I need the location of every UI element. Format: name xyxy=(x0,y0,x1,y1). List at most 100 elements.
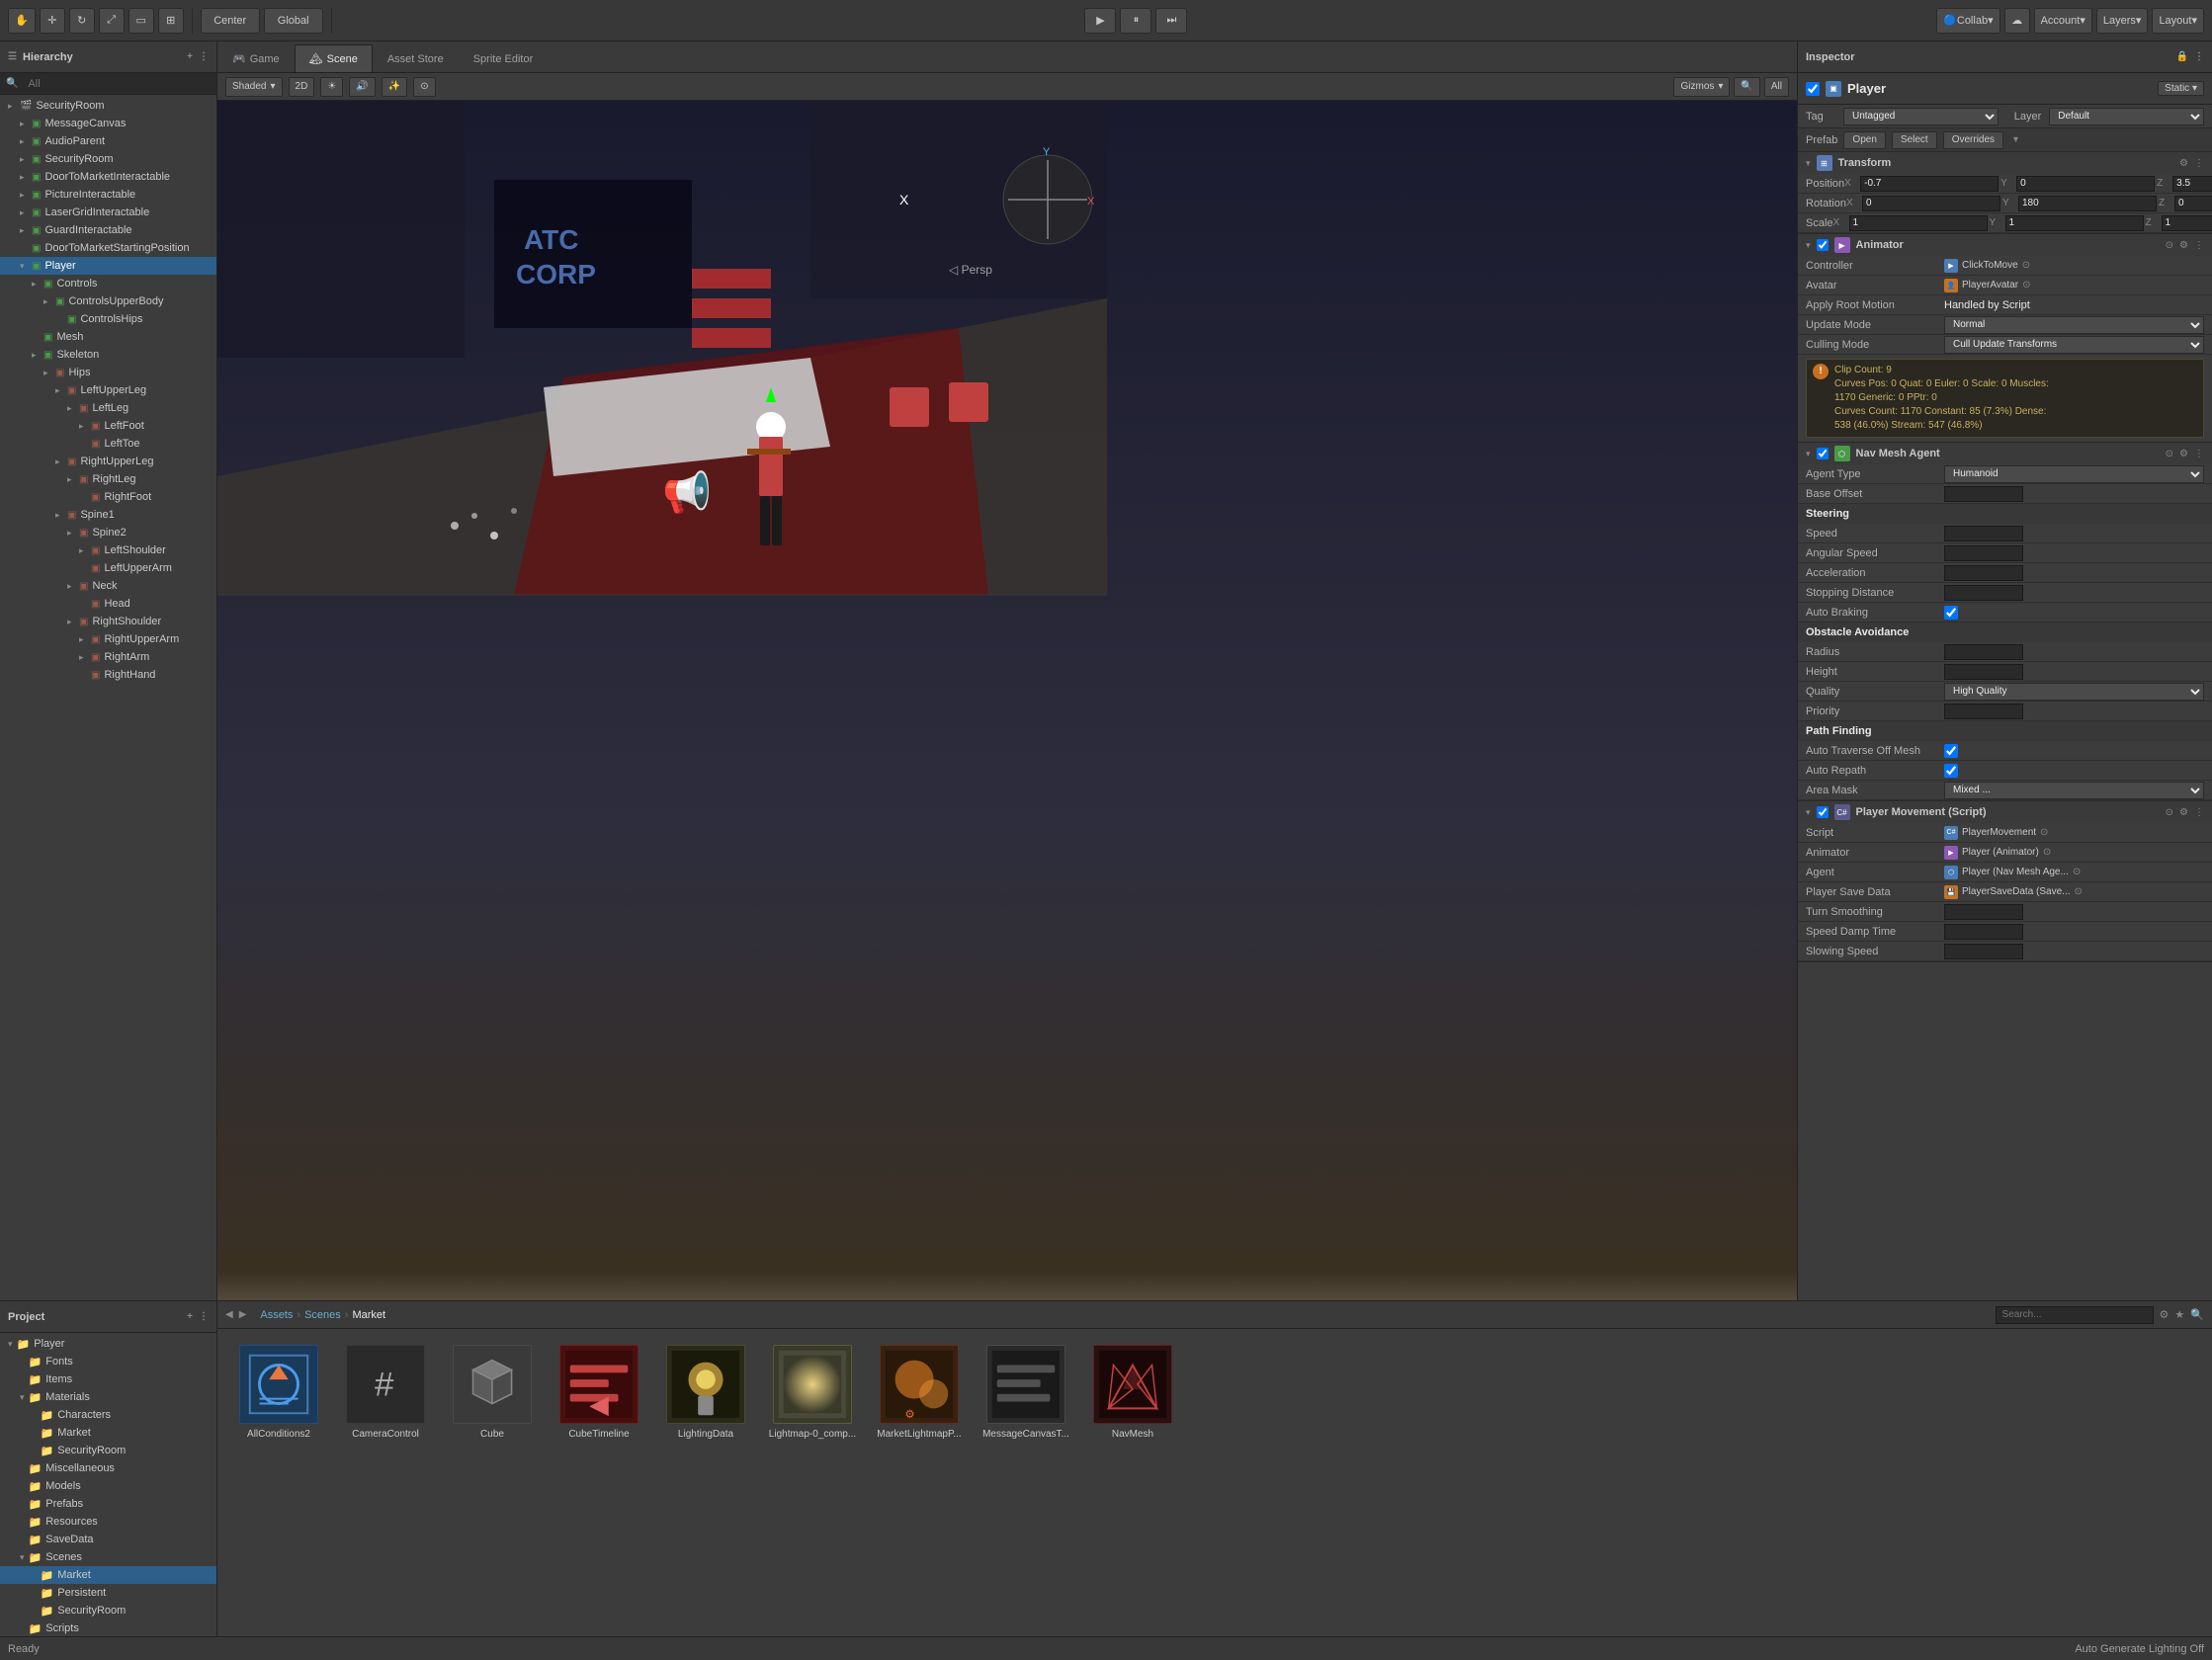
controller-target-btn[interactable]: ⊙ xyxy=(2022,260,2030,271)
pm-script-target-btn[interactable]: ⊙ xyxy=(2040,827,2048,838)
lighting-toggle[interactable]: ☀ xyxy=(320,77,343,97)
hierarchy-item[interactable]: ▸ ▣ LeftLeg xyxy=(0,399,216,417)
hierarchy-item[interactable]: ▸ ▣ AudioParent xyxy=(0,132,216,150)
project-item[interactable]: ▸ 📁 Items xyxy=(0,1370,216,1388)
hierarchy-item[interactable]: ▸ ▣ Controls xyxy=(0,275,216,292)
hierarchy-item[interactable]: ▸ ▣ DoorToMarketStartingPosition xyxy=(0,239,216,257)
asset-item-messagecanvas[interactable]: MessageCanvasT... xyxy=(977,1341,1075,1445)
avatar-target-btn[interactable]: ⊙ xyxy=(2022,280,2030,290)
hidden-toggle[interactable]: ⊙ xyxy=(413,77,435,97)
space-btn[interactable]: Global xyxy=(264,8,323,34)
asset-item-lightingdata[interactable]: LightingData xyxy=(656,1341,755,1445)
speed-input[interactable]: 2 xyxy=(1944,526,2023,541)
asset-star-icon[interactable]: ★ xyxy=(2174,1308,2184,1321)
hierarchy-item[interactable]: ▸ 🎬 SecurityRoom xyxy=(0,97,216,115)
pm-animator-target-btn[interactable]: ⊙ xyxy=(2043,847,2051,858)
pm-save-target-btn[interactable]: ⊙ xyxy=(2075,886,2083,897)
acceleration-input[interactable]: 20 xyxy=(1944,565,2023,581)
update-mode-dropdown[interactable]: Normal xyxy=(1944,316,2204,334)
auto-braking-checkbox[interactable] xyxy=(1944,606,1958,620)
hierarchy-item[interactable]: ▸ ▣ Skeleton xyxy=(0,346,216,364)
hierarchy-item[interactable]: ▸ ▣ LaserGridInteractable xyxy=(0,204,216,221)
inspector-menu-btn[interactable]: ⋮ xyxy=(2194,51,2204,62)
position-z-input[interactable] xyxy=(2172,176,2212,192)
project-item-market[interactable]: ▸ 📁 Market xyxy=(0,1566,216,1584)
nav-ref-btn[interactable]: ⊙ xyxy=(2166,449,2173,459)
hierarchy-item[interactable]: ▸ ▣ Head xyxy=(0,595,216,613)
breadcrumb-scenes[interactable]: Scenes xyxy=(304,1309,341,1321)
angular-speed-input[interactable]: 120 xyxy=(1944,545,2023,561)
transform-tool-btn[interactable]: ⊞ xyxy=(158,8,184,34)
hierarchy-menu-btn[interactable]: ⋮ xyxy=(199,51,209,62)
culling-mode-dropdown[interactable]: Cull Update Transforms xyxy=(1944,336,2204,354)
project-item[interactable]: ▸ 📁 Persistent xyxy=(0,1584,216,1602)
step-button[interactable]: ⏭ xyxy=(1155,8,1187,34)
project-item[interactable]: ▸ 📁 SaveData xyxy=(0,1531,216,1548)
hierarchy-item[interactable]: ▸ ▣ RightShoulder xyxy=(0,613,216,630)
hierarchy-item[interactable]: ▸ ▣ GuardInteractable xyxy=(0,221,216,239)
scale-tool-btn[interactable]: ⤢ xyxy=(99,8,125,34)
pause-button[interactable]: ⏸ xyxy=(1120,8,1151,34)
project-item[interactable]: ▾ 📁 Player xyxy=(0,1335,216,1353)
asset-settings-icon[interactable]: ⚙ xyxy=(2160,1308,2169,1321)
scene-viewport[interactable]: ATC CORP 📢 xyxy=(217,101,1797,1300)
hierarchy-item[interactable]: ▸ ▣ LeftToe xyxy=(0,435,216,453)
pm-settings-icon[interactable]: ⚙ xyxy=(2179,807,2188,818)
area-mask-dropdown[interactable]: Mixed ... xyxy=(1944,782,2204,799)
asset-item-cameracontrol[interactable]: # CameraControl xyxy=(336,1341,435,1445)
hierarchy-item[interactable]: ▸ ▣ RightUpperArm xyxy=(0,630,216,648)
hierarchy-item[interactable]: ▸ ▣ Mesh xyxy=(0,328,216,346)
prefab-overrides-btn[interactable]: Overrides xyxy=(1943,131,2003,149)
hierarchy-item[interactable]: ▸ ▣ SecurityRoom xyxy=(0,150,216,168)
hierarchy-item[interactable]: ▸ ▣ Neck xyxy=(0,577,216,595)
hierarchy-item[interactable]: ▸ ▣ RightUpperLeg xyxy=(0,453,216,470)
agent-type-dropdown[interactable]: Humanoid xyxy=(1944,465,2204,483)
animator-enabled-checkbox[interactable] xyxy=(1817,239,1829,251)
stopping-distance-input[interactable]: 0.15 xyxy=(1944,585,2023,601)
tab-sprite-editor[interactable]: Sprite Editor xyxy=(459,44,549,72)
hierarchy-item[interactable]: ▸ ▣ RightArm xyxy=(0,648,216,666)
asset-item-cubetimeline[interactable]: CubeTimeline xyxy=(550,1341,648,1445)
pm-ref-btn[interactable]: ⊙ xyxy=(2166,807,2173,818)
nav-settings-icon[interactable]: ⚙ xyxy=(2179,449,2188,459)
hierarchy-add-btn[interactable]: + xyxy=(187,51,193,62)
project-item[interactable]: ▸ 📁 SecurityRoom xyxy=(0,1602,216,1619)
turn-smoothing-input[interactable]: 15 xyxy=(1944,904,2023,920)
hierarchy-item[interactable]: ▸ ▣ LeftFoot xyxy=(0,417,216,435)
rotation-y-input[interactable] xyxy=(2018,196,2157,211)
nav-more-icon[interactable]: ⋮ xyxy=(2194,449,2204,459)
layers-btn[interactable]: Layers ▾ xyxy=(2096,8,2149,34)
scale-y-input[interactable] xyxy=(2005,215,2144,231)
tab-asset-store[interactable]: Asset Store xyxy=(373,44,459,72)
nav-enabled-checkbox[interactable] xyxy=(1817,448,1829,459)
pm-agent-target-btn[interactable]: ⊙ xyxy=(2073,867,2081,877)
transform-settings-icon[interactable]: ⚙ xyxy=(2179,158,2188,169)
slowing-speed-input[interactable]: 0.175 xyxy=(1944,944,2023,959)
search-scene-btn[interactable]: 🔍 xyxy=(1734,77,1759,97)
all-filter[interactable]: All xyxy=(1764,77,1789,97)
pivot-btn[interactable]: Center xyxy=(201,8,260,34)
breadcrumb-assets[interactable]: Assets xyxy=(260,1309,293,1321)
hierarchy-item[interactable]: ▸ ▣ ControlsUpperBody xyxy=(0,292,216,310)
quality-dropdown[interactable]: High Quality xyxy=(1944,683,2204,701)
tab-game[interactable]: 🎮 Game xyxy=(217,44,295,72)
asset-item-lightmap[interactable]: Lightmap-0_comp... xyxy=(763,1341,862,1445)
collab-btn[interactable]: 🔵 Collab ▾ xyxy=(1936,8,1999,34)
nav-mesh-header[interactable]: ▾ ⬡ Nav Mesh Agent ⊙ ⚙ ⋮ xyxy=(1798,443,2212,464)
hierarchy-item[interactable]: ▸ ▣ RightHand xyxy=(0,666,216,684)
prefab-open-btn[interactable]: Open xyxy=(1843,131,1885,149)
layout-btn[interactable]: Layout ▾ xyxy=(2152,8,2204,34)
project-item[interactable]: ▾ 📁 Materials xyxy=(0,1388,216,1406)
hand-tool-btn[interactable]: ✋ xyxy=(8,8,36,34)
asset-back-btn[interactable]: ◀ xyxy=(225,1309,233,1320)
transform-header[interactable]: ▾ ⊞ Transform ⚙ ⋮ xyxy=(1798,152,2212,174)
gizmos-btn[interactable]: Gizmos ▾ xyxy=(1673,77,1730,97)
project-item[interactable]: ▾ 📁 Scenes xyxy=(0,1548,216,1566)
hierarchy-item[interactable]: ▸ ▣ Hips xyxy=(0,364,216,381)
account-btn[interactable]: Account ▾ xyxy=(2034,8,2092,34)
animator-header[interactable]: ▾ ▶ Animator ⊙ ⚙ ⋮ xyxy=(1798,234,2212,256)
animator-ref-btn[interactable]: ⊙ xyxy=(2166,240,2173,251)
hierarchy-item[interactable]: ▸ ▣ DoorToMarketInteractable xyxy=(0,168,216,186)
player-movement-header[interactable]: ▾ C# Player Movement (Script) ⊙ ⚙ ⋮ xyxy=(1798,801,2212,823)
layer-dropdown[interactable]: Default xyxy=(2049,108,2204,125)
